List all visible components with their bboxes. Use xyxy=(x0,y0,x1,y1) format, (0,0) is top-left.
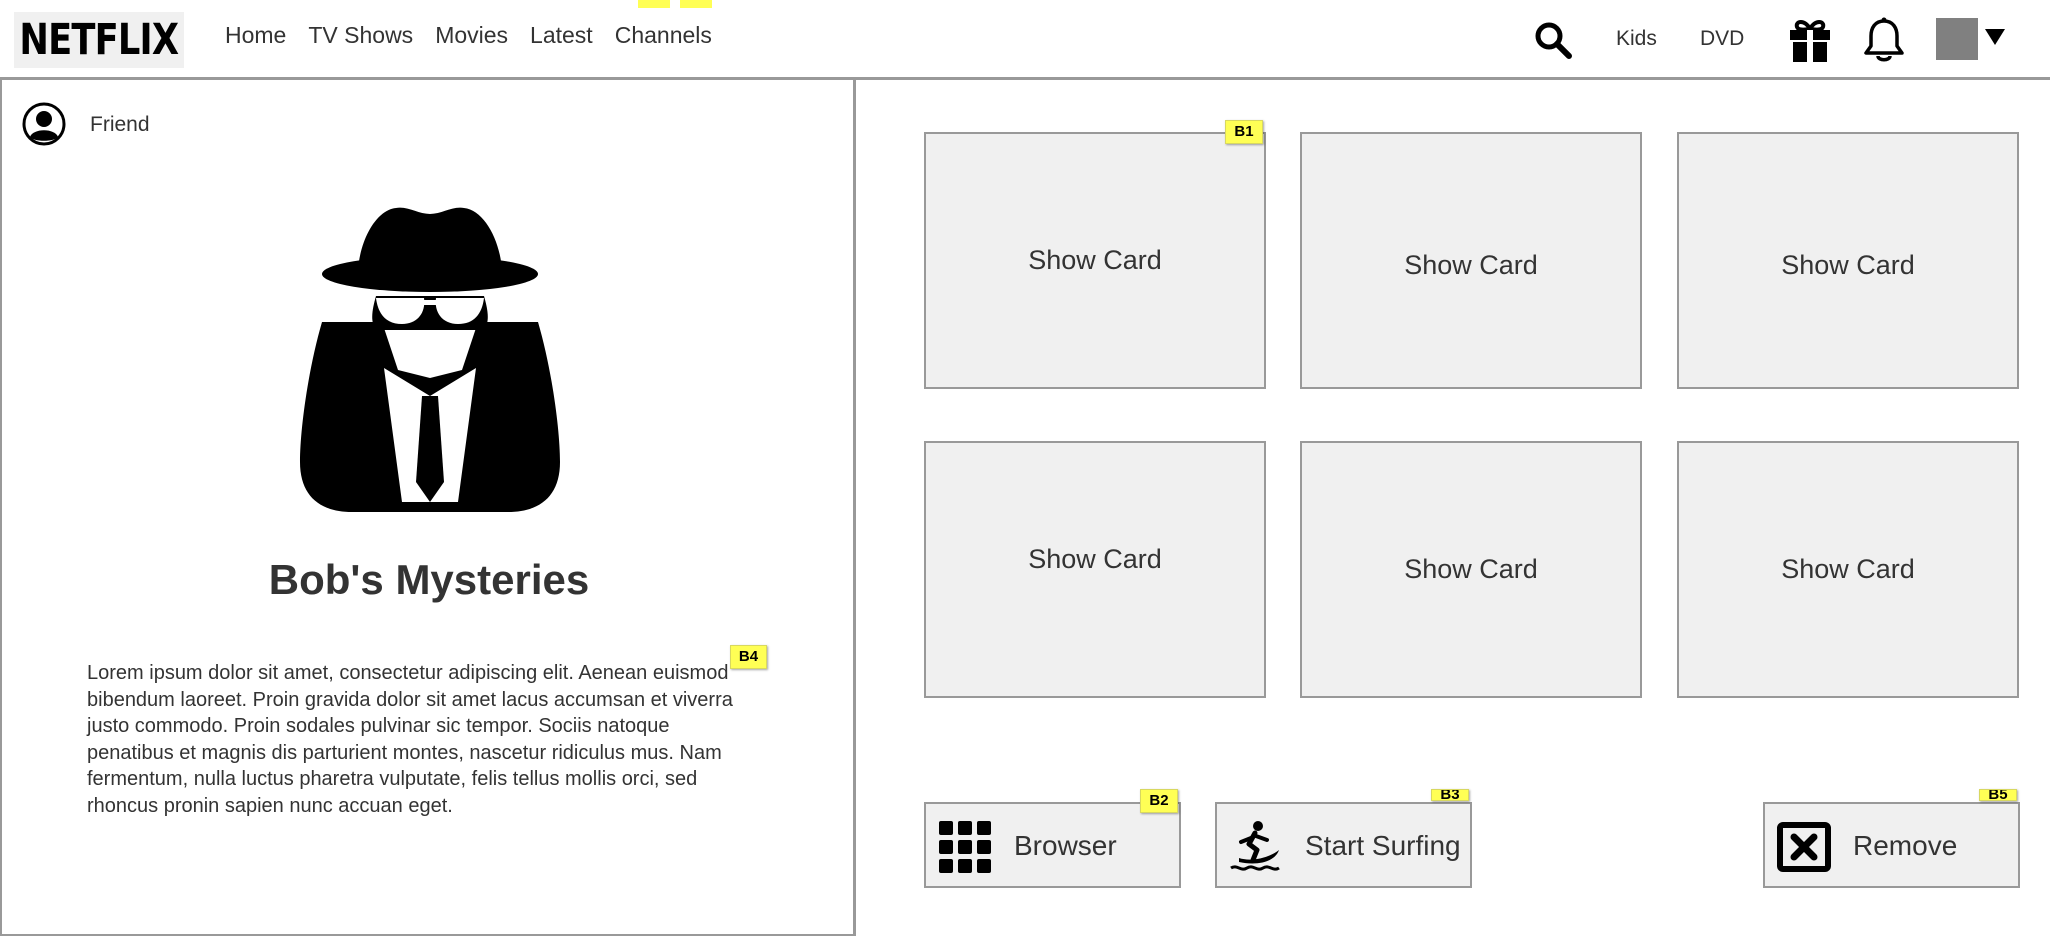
show-card[interactable]: Show Card xyxy=(924,132,1266,389)
bell-icon[interactable] xyxy=(1862,17,1906,63)
nav-latest[interactable]: Latest xyxy=(530,22,593,49)
kids-link[interactable]: Kids xyxy=(1616,27,1657,51)
netflix-logo[interactable]: NETFLIX xyxy=(14,12,184,68)
chevron-down-icon[interactable] xyxy=(1984,27,2006,47)
dvd-link[interactable]: DVD xyxy=(1700,27,1744,51)
nav-movies[interactable]: Movies xyxy=(435,22,508,49)
browser-button[interactable]: Browser xyxy=(924,802,1181,888)
user-icon xyxy=(22,102,66,146)
badge-b2: B2 xyxy=(1140,789,1178,813)
remove-label: Remove xyxy=(1853,830,1958,861)
show-card-label: Show Card xyxy=(1028,544,1162,574)
surfing-icon xyxy=(1230,821,1280,871)
show-card-label: Show Card xyxy=(1781,554,1915,584)
show-card-label: Show Card xyxy=(1404,250,1538,280)
logo-text: NETFLIX xyxy=(19,15,180,65)
badge-stub xyxy=(638,0,670,8)
gift-icon[interactable] xyxy=(1787,17,1833,63)
badge-b5: B5 xyxy=(1979,789,2017,801)
grid-icon xyxy=(939,821,991,873)
nav-home[interactable]: Home xyxy=(225,22,286,49)
browser-label: Browser xyxy=(1014,830,1117,861)
badge-b3: B3 xyxy=(1431,789,1469,801)
show-card[interactable]: Show Card xyxy=(924,441,1266,698)
search-icon[interactable] xyxy=(1533,20,1573,60)
show-card-label: Show Card xyxy=(1781,250,1915,280)
nav-tv-shows[interactable]: TV Shows xyxy=(308,22,413,49)
badge-b1: B1 xyxy=(1225,120,1263,144)
main-nav: Home TV Shows Movies Latest Channels xyxy=(225,22,712,49)
spy-icon xyxy=(300,207,560,512)
start-surfing-button[interactable]: Start Surfing xyxy=(1215,802,1472,888)
show-detail-panel: Friend Bob's Mysteries B4 Lorem ipsum do… xyxy=(0,80,856,936)
show-card[interactable]: Show Card xyxy=(1677,441,2019,698)
show-card[interactable]: Show Card xyxy=(1300,132,1642,389)
top-navigation-bar: NETFLIX Home TV Shows Movies Latest Chan… xyxy=(0,0,2050,80)
nav-channels[interactable]: Channels xyxy=(615,22,712,49)
show-card-label: Show Card xyxy=(1028,245,1162,275)
show-title: Bob's Mysteries xyxy=(268,556,590,603)
show-description: Lorem ipsum dolor sit amet, consectetur … xyxy=(87,662,733,817)
show-card[interactable]: Show Card xyxy=(1677,132,2019,389)
show-card-label: Show Card xyxy=(1404,554,1538,584)
close-box-icon xyxy=(1777,822,1831,872)
remove-button[interactable]: Remove xyxy=(1763,802,2020,888)
badge-stub xyxy=(680,0,712,8)
start-surfing-label: Start Surfing xyxy=(1305,830,1461,861)
show-card[interactable]: Show Card xyxy=(1300,441,1642,698)
friend-label: Friend xyxy=(90,113,150,136)
avatar[interactable] xyxy=(1936,18,1978,60)
